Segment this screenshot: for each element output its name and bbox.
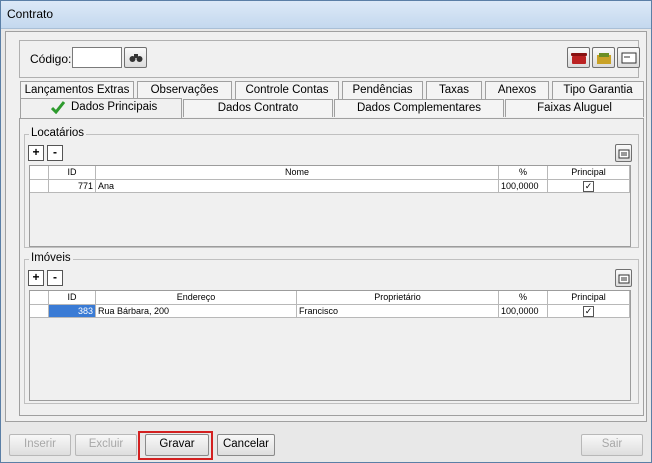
tab-tipo-garantia[interactable]: Tipo Garantia — [552, 81, 644, 99]
tab-dados-principais[interactable]: Dados Principais — [20, 98, 182, 118]
tab-anexos[interactable]: Anexos — [485, 81, 549, 99]
row-header-corner — [30, 291, 49, 305]
code-label: Código: — [30, 52, 72, 66]
row-header-corner — [30, 166, 49, 180]
check-icon — [51, 101, 65, 114]
card-button[interactable] — [617, 47, 640, 68]
tab-taxas[interactable]: Taxas — [426, 81, 482, 99]
inserir-button[interactable]: Inserir — [9, 434, 71, 456]
row-header — [30, 305, 49, 318]
tab-lancamentos-extras[interactable]: Lançamentos Extras — [20, 81, 134, 99]
cancelar-button[interactable]: Cancelar — [217, 434, 275, 456]
col-principal[interactable]: Principal — [548, 166, 630, 180]
locatarios-group: Locatários + - ID Nome % Principal 771 A… — [24, 127, 639, 248]
tab-dados-complementares[interactable]: Dados Complementares — [334, 99, 504, 117]
sair-button[interactable]: Sair — [581, 434, 643, 456]
export-icon — [618, 149, 629, 159]
title-bar: Contrato — [1, 1, 651, 29]
excluir-button[interactable]: Excluir — [75, 434, 137, 456]
col-proprietario[interactable]: Proprietário — [297, 291, 499, 305]
cell-id[interactable]: 771 — [49, 180, 96, 193]
phone-icon — [570, 52, 587, 64]
money-icon — [596, 52, 611, 64]
tab-faixas-aluguel[interactable]: Faixas Aluguel — [505, 99, 644, 117]
export-icon — [618, 274, 629, 284]
phone-button[interactable] — [567, 47, 590, 68]
export-locatarios-button[interactable] — [615, 144, 632, 162]
tab-controle-contas[interactable]: Controle Contas — [235, 81, 339, 99]
remove-imovel-button[interactable]: - — [47, 270, 63, 286]
tab-dados-principais-label: Dados Principais — [71, 101, 158, 113]
window-title: Contrato — [7, 7, 54, 21]
contrato-window: Contrato Código: Lançamentos Extras Obse… — [0, 0, 652, 463]
principal-checkbox[interactable]: ✓ — [583, 181, 594, 192]
cell-nome[interactable]: Ana — [96, 180, 499, 193]
locatarios-title: Locatários — [29, 127, 87, 139]
col-nome[interactable]: Nome — [96, 166, 499, 180]
imoveis-group: Imóveis + - ID Endereço Proprietário % P… — [24, 252, 639, 404]
card-icon — [621, 52, 636, 63]
code-input[interactable] — [72, 47, 122, 68]
export-imoveis-button[interactable] — [615, 269, 632, 287]
code-panel: Código: — [19, 40, 640, 78]
locatarios-grid: ID Nome % Principal 771 Ana 100,0000 ✓ — [29, 165, 631, 247]
imoveis-title: Imóveis — [29, 252, 73, 264]
tab-panel-dados-principais: Locatários + - ID Nome % Principal 771 A… — [19, 118, 644, 416]
col-endereco[interactable]: Endereço — [96, 291, 297, 305]
cell-proprietario[interactable]: Francisco — [297, 305, 499, 318]
finance-button[interactable] — [592, 47, 615, 68]
cell-pct[interactable]: 100,0000 — [499, 180, 548, 193]
imoveis-grid: ID Endereço Proprietário % Principal 383… — [29, 290, 631, 401]
col-id[interactable]: ID — [49, 166, 96, 180]
cell-principal[interactable]: ✓ — [548, 180, 630, 193]
binoculars-icon — [129, 54, 142, 62]
col-principal[interactable]: Principal — [548, 291, 630, 305]
tab-pendencias[interactable]: Pendências — [342, 81, 423, 99]
principal-checkbox[interactable]: ✓ — [583, 306, 594, 317]
add-imovel-button[interactable]: + — [28, 270, 44, 286]
row-header — [30, 180, 49, 193]
search-button[interactable] — [124, 47, 147, 68]
tab-dados-contrato[interactable]: Dados Contrato — [183, 99, 333, 117]
cell-endereco[interactable]: Rua Bárbara, 200 — [96, 305, 297, 318]
gravar-highlight — [138, 431, 213, 460]
col-pct[interactable]: % — [499, 166, 548, 180]
cell-pct[interactable]: 100,0000 — [499, 305, 548, 318]
button-bar: Inserir Excluir Gravar Cancelar Sair — [5, 429, 645, 459]
client-area: Código: Lançamentos Extras Observações C… — [5, 31, 647, 422]
remove-locatario-button[interactable]: - — [47, 145, 63, 161]
col-id[interactable]: ID — [49, 291, 96, 305]
add-locatario-button[interactable]: + — [28, 145, 44, 161]
col-pct[interactable]: % — [499, 291, 548, 305]
tab-observacoes[interactable]: Observações — [137, 81, 232, 99]
cell-principal[interactable]: ✓ — [548, 305, 630, 318]
cell-id[interactable]: 383 — [49, 305, 96, 318]
